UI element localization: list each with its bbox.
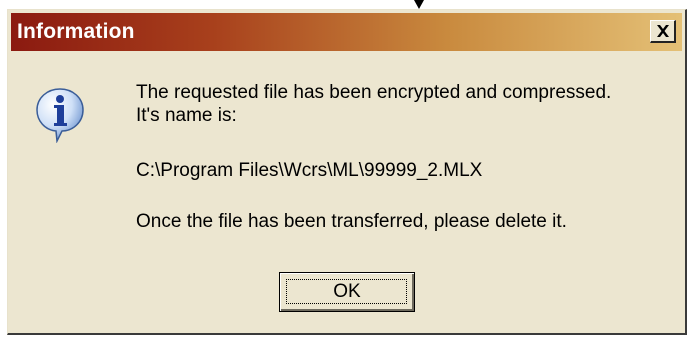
ok-button-label: OK xyxy=(333,281,361,302)
screen: Information The requested file has been … xyxy=(0,0,689,337)
close-button[interactable] xyxy=(650,20,676,43)
information-dialog: Information The requested file has been … xyxy=(7,9,687,335)
ok-button[interactable]: OK xyxy=(279,272,415,312)
delete-notice-text: Once the file has been transferred, plea… xyxy=(136,211,567,232)
dialog-title: Information xyxy=(17,20,135,43)
message-line-1: The requested file has been encrypted an… xyxy=(136,82,612,103)
title-bar[interactable]: Information xyxy=(11,13,682,51)
mouse-pointer-tip xyxy=(414,0,424,9)
info-icon xyxy=(36,88,84,143)
file-path-text: C:\Program Files\Wcrs\ML\99999_2.MLX xyxy=(136,160,483,181)
message-line-2: It's name is: xyxy=(136,105,237,126)
close-icon xyxy=(657,25,669,37)
